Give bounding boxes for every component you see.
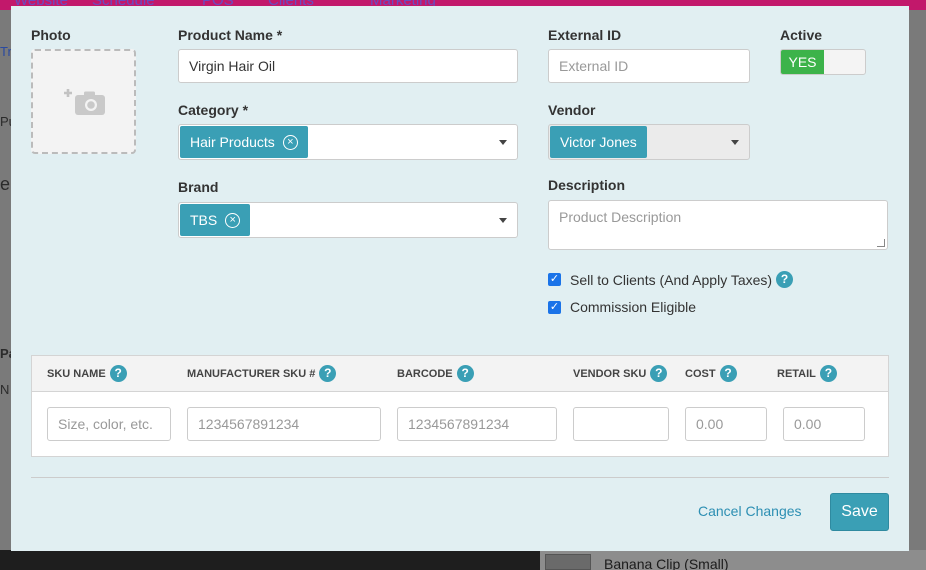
category-tag: Hair Products × [180, 126, 308, 158]
description-placeholder: Product Description [559, 209, 682, 225]
vendor-sku-input[interactable] [573, 407, 669, 441]
header-label: SKU NAME [47, 367, 106, 380]
footer-divider [31, 477, 889, 478]
edit-product-modal: Photo Product Name * Virgin Hair Oil Ext… [11, 6, 909, 551]
cost-input[interactable]: 0.00 [685, 407, 767, 441]
help-icon[interactable]: ? [319, 365, 337, 382]
photo-upload-area[interactable] [31, 49, 136, 154]
cancel-changes-link[interactable]: Cancel Changes [698, 503, 802, 519]
chevron-down-icon [499, 218, 507, 223]
sell-to-clients-row: ✓ Sell to Clients (And Apply Taxes) ? [548, 271, 794, 288]
commission-eligible-label: Commission Eligible [570, 299, 697, 315]
chevron-down-icon [499, 140, 507, 145]
external-id-label: External ID [548, 27, 622, 43]
active-label: Active [780, 27, 823, 43]
bg-product-thumbnail [545, 554, 591, 570]
help-icon[interactable]: ? [456, 365, 474, 382]
remove-tag-icon[interactable]: × [225, 212, 241, 228]
active-toggle[interactable]: YES [780, 49, 866, 75]
resize-handle-icon[interactable] [877, 239, 885, 247]
header-label: BARCODE [397, 367, 453, 380]
description-textarea[interactable]: Product Description [548, 200, 888, 250]
manufacturer-sku-header: MANUFACTURER SKU # ? [187, 365, 337, 382]
barcode-input[interactable]: 1234567891234 [397, 407, 557, 441]
category-select[interactable]: Hair Products × [178, 124, 518, 160]
brand-select[interactable]: TBS × [178, 202, 518, 238]
help-icon[interactable]: ? [109, 365, 127, 382]
vendor-label: Vendor [548, 102, 596, 118]
sku-table-header: SKU NAME ? MANUFACTURER SKU # ? BARCODE … [32, 356, 888, 392]
vendor-tag-label: Victor Jones [560, 134, 637, 150]
sell-to-clients-checkbox[interactable]: ✓ [548, 273, 561, 286]
background-right-panel [908, 10, 926, 550]
help-icon[interactable]: ? [819, 365, 837, 382]
description-label: Description [548, 177, 626, 193]
background-footer [0, 550, 540, 570]
barcode-header: BARCODE ? [397, 365, 474, 382]
product-name-input[interactable]: Virgin Hair Oil [178, 49, 518, 83]
brand-tag-label: TBS [190, 212, 218, 228]
help-icon[interactable]: ? [719, 365, 737, 382]
chevron-down-icon [731, 140, 739, 145]
category-label: Category * [178, 102, 249, 118]
save-button[interactable]: Save [830, 493, 889, 531]
header-label: MANUFACTURER SKU # [187, 367, 316, 380]
toggle-yes-label: YES [781, 50, 824, 74]
category-tag-label: Hair Products [190, 134, 275, 150]
bg-side-text: N [0, 382, 10, 397]
help-icon[interactable]: ? [650, 365, 668, 382]
vendor-tag: Victor Jones [550, 126, 647, 158]
help-icon[interactable]: ? [776, 271, 794, 288]
vendor-sku-header: VENDOR SKU ? [573, 365, 668, 382]
bg-side-text: e [0, 174, 11, 194]
brand-tag: TBS × [180, 204, 251, 236]
manufacturer-sku-input[interactable]: 1234567891234 [187, 407, 381, 441]
header-label: COST [685, 367, 716, 380]
sku-table: SKU NAME ? MANUFACTURER SKU # ? BARCODE … [31, 355, 889, 457]
commission-eligible-checkbox[interactable]: ✓ [548, 300, 561, 314]
vendor-select[interactable]: Victor Jones [548, 124, 750, 160]
bg-list-item: Banana Clip (Small) [604, 556, 729, 570]
header-label: RETAIL [777, 367, 816, 380]
brand-label: Brand [178, 179, 219, 195]
add-camera-icon [64, 89, 105, 115]
photo-label: Photo [31, 27, 71, 43]
commission-eligible-row: ✓ Commission Eligible [548, 299, 696, 315]
product-name-label: Product Name * [178, 27, 283, 43]
retail-input[interactable]: 0.00 [783, 407, 865, 441]
retail-header: RETAIL ? [777, 365, 837, 382]
header-label: VENDOR SKU [573, 367, 647, 380]
sell-to-clients-label: Sell to Clients (And Apply Taxes) [570, 271, 773, 288]
cost-header: COST ? [685, 365, 737, 382]
remove-tag-icon[interactable]: × [282, 134, 298, 150]
sku-name-header: SKU NAME ? [47, 365, 127, 382]
external-id-input[interactable]: External ID [548, 49, 750, 83]
sku-name-input[interactable]: Size, color, etc. [47, 407, 171, 441]
background-list-area [540, 550, 926, 570]
